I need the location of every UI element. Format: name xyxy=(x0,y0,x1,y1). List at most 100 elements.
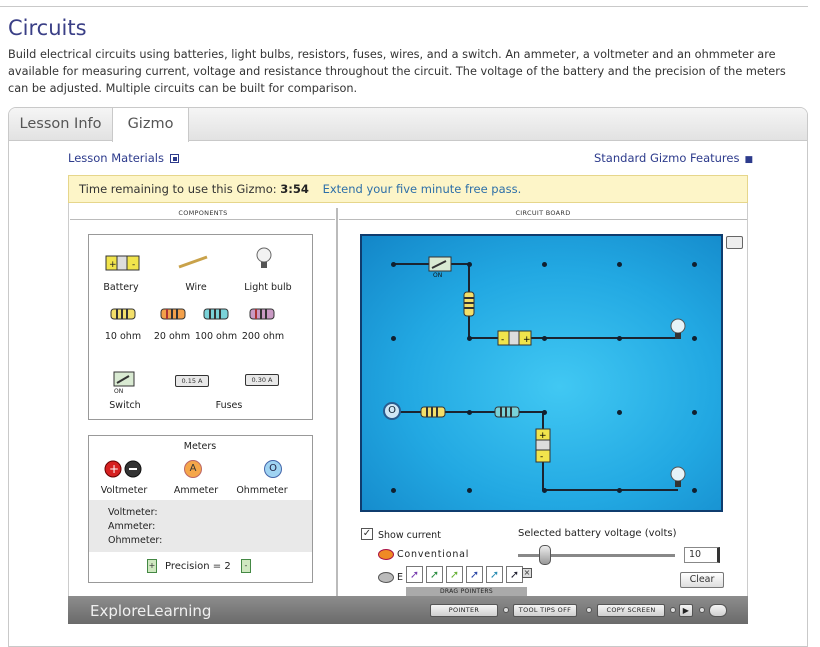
board-node[interactable] xyxy=(617,488,622,493)
clear-button[interactable]: Clear xyxy=(680,572,724,588)
board-switch[interactable] xyxy=(428,256,452,272)
voltage-slider-handle[interactable] xyxy=(538,545,551,565)
extend-pass-link[interactable]: Extend your five minute free pass. xyxy=(323,182,522,196)
tab-gizmo[interactable]: Gizmo xyxy=(113,108,189,142)
page-title: Circuits xyxy=(8,16,87,40)
circuit-board-header: CIRCUIT BOARD xyxy=(515,209,571,217)
board-resistor-2[interactable] xyxy=(494,406,520,418)
board-battery-vertical[interactable]: +- xyxy=(535,428,551,464)
camera-icon[interactable] xyxy=(726,236,743,249)
board-light-bulb[interactable] xyxy=(669,318,687,342)
tab-lesson-info[interactable]: Lesson Info xyxy=(9,108,113,142)
fuse-030-button[interactable]: 0.30 A xyxy=(245,374,279,386)
top-divider xyxy=(0,6,808,7)
light-bulb-icon[interactable] xyxy=(255,247,273,271)
blue-pointer-icon[interactable]: ➚ xyxy=(466,566,483,583)
components-rule xyxy=(70,219,335,220)
board-node[interactable] xyxy=(391,488,396,493)
board-resistor-1[interactable] xyxy=(420,406,446,418)
close-pointers-icon[interactable]: × xyxy=(522,568,532,578)
board-node[interactable] xyxy=(391,262,396,267)
show-current-checkbox[interactable]: ✓ xyxy=(361,528,373,540)
resistor-100-icon[interactable] xyxy=(203,308,229,320)
resistor-20-label: 20 ohm xyxy=(153,331,191,342)
time-remaining-bar: Time remaining to use this Gizmo: 3:54 E… xyxy=(68,175,748,203)
board-node[interactable] xyxy=(542,262,547,267)
standard-gizmo-features-link[interactable]: Standard Gizmo Features ■ xyxy=(594,151,753,165)
switch-state-label: ON xyxy=(114,388,124,395)
battery-label: Battery xyxy=(103,282,139,293)
voltmeter-icon[interactable]: + xyxy=(104,460,144,478)
board-node[interactable] xyxy=(617,336,622,341)
ohmmeter-icon[interactable]: O xyxy=(264,460,282,478)
resistor-20-icon[interactable] xyxy=(160,308,186,320)
board-node[interactable] xyxy=(542,410,547,415)
lesson-materials-label[interactable]: Lesson Materials xyxy=(68,151,164,165)
board-node[interactable] xyxy=(467,262,472,267)
board-node[interactable] xyxy=(467,410,472,415)
copy-screen-button[interactable]: COPY SCREEN xyxy=(597,604,665,617)
teal-pointer-icon[interactable]: ➚ xyxy=(486,566,503,583)
green-pointer-icon[interactable]: ➚ xyxy=(426,566,443,583)
board-node[interactable] xyxy=(692,488,697,493)
time-remaining-value: 3:54 xyxy=(280,182,309,196)
board-node[interactable] xyxy=(391,336,396,341)
ammeter-icon[interactable]: A xyxy=(184,460,202,478)
board-node[interactable] xyxy=(617,262,622,267)
board-node[interactable] xyxy=(542,336,547,341)
meters-header: Meters xyxy=(183,441,217,452)
components-header: COMPONENTS xyxy=(178,209,228,217)
page-description: Build electrical circuits using batterie… xyxy=(8,48,786,95)
svg-text:-: - xyxy=(501,335,504,345)
external-window-icon xyxy=(169,154,179,163)
play-icon[interactable]: ▶ xyxy=(679,604,693,617)
resistor-100-label: 100 ohm xyxy=(194,331,238,342)
board-node[interactable] xyxy=(692,336,697,341)
purple-pointer-icon[interactable]: ➚ xyxy=(406,566,423,583)
board-node[interactable] xyxy=(467,488,472,493)
toolbar-separator xyxy=(670,607,676,613)
electron-flow-radio[interactable] xyxy=(378,572,394,583)
green-pointer-2-icon[interactable]: ➚ xyxy=(446,566,463,583)
resistor-10-icon[interactable] xyxy=(110,308,136,320)
fuses-label: Fuses xyxy=(215,400,243,411)
voltage-input[interactable]: 10 xyxy=(684,547,720,563)
board-node[interactable] xyxy=(692,262,697,267)
pointer-button[interactable]: POINTER xyxy=(430,604,498,617)
camera-icon: ■ xyxy=(744,155,753,165)
voltmeter-reading: Voltmeter: xyxy=(108,507,158,518)
conventional-radio[interactable] xyxy=(378,549,394,560)
wire-icon[interactable] xyxy=(177,255,209,269)
circuit-board[interactable]: ON - + O + - xyxy=(360,234,723,512)
board-light-bulb-2[interactable] xyxy=(669,466,687,490)
precision-decrease-button[interactable]: - xyxy=(241,559,251,573)
precision-increase-button[interactable]: + xyxy=(147,559,157,573)
wire-label: Wire xyxy=(185,282,207,293)
toolbar-separator xyxy=(503,607,509,613)
electron-flow-label: E xyxy=(397,572,404,583)
fuse-015-button[interactable]: 0.15 A xyxy=(175,375,209,387)
board-battery-horizontal[interactable]: - + xyxy=(497,330,533,346)
board-node[interactable] xyxy=(692,410,697,415)
light-bulb-label: Light bulb xyxy=(244,282,292,293)
svg-text:+: + xyxy=(109,260,117,270)
standard-features-label[interactable]: Standard Gizmo Features xyxy=(594,151,739,165)
tool-tips-button[interactable]: TOOL TIPS OFF xyxy=(513,604,577,617)
lesson-materials-link[interactable]: Lesson Materials xyxy=(68,151,179,165)
battery-icon[interactable]: + - xyxy=(105,255,141,271)
voltmeter-label: Voltmeter xyxy=(100,485,148,496)
board-node[interactable] xyxy=(467,336,472,341)
conventional-label: Conventional xyxy=(397,549,470,560)
switch-label: Switch xyxy=(109,400,141,411)
board-node[interactable] xyxy=(617,410,622,415)
resistor-200-icon[interactable] xyxy=(249,308,275,320)
svg-text:+: + xyxy=(539,431,547,441)
settings-icon[interactable] xyxy=(709,604,727,617)
board-ohmmeter-probe[interactable]: O xyxy=(383,402,401,420)
board-node[interactable] xyxy=(542,488,547,493)
ohmmeter-label: Ohmmeter xyxy=(236,485,288,496)
navy-pointer-icon[interactable]: ➚ xyxy=(506,566,523,583)
board-resistor-vertical[interactable] xyxy=(463,291,475,317)
wire-segment[interactable] xyxy=(542,489,678,491)
switch-icon[interactable] xyxy=(113,371,135,387)
